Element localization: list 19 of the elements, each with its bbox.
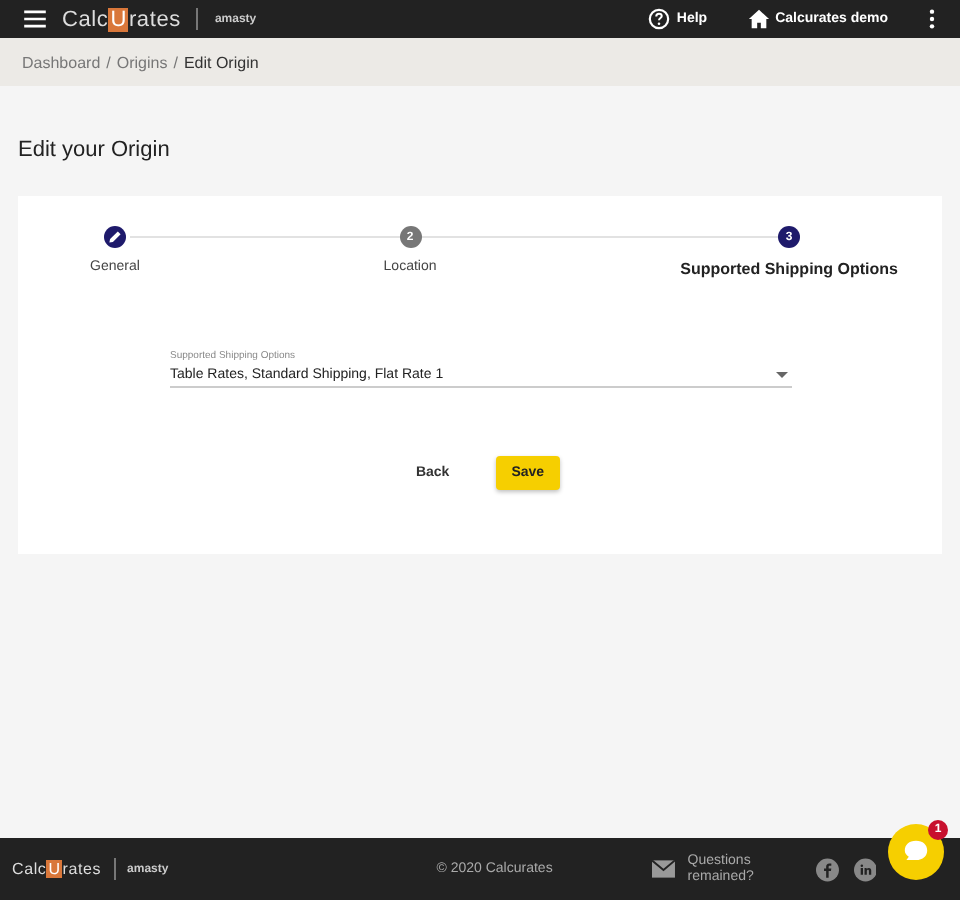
step-circle[interactable] [103,226,126,248]
breadcrumb-separator: / [106,53,111,71]
logo[interactable]: Calc U rates [62,7,181,31]
linkedin-icon[interactable] [853,857,877,881]
more-icon[interactable] [928,8,936,30]
logo[interactable]: Calc U rates [12,860,102,878]
help-icon [648,8,671,30]
home-icon [747,8,770,30]
page-title: Edit your Origin [18,138,172,162]
breadcrumb[interactable]: Origins [116,53,168,71]
pencil-icon [107,230,122,244]
dropdown-icon [776,372,788,378]
breadcrumb-separator: / [173,53,178,71]
mail-icon [652,860,676,878]
menu-icon[interactable] [24,10,46,28]
step-label: Supported Shipping Options [680,260,898,278]
breadcrumb[interactable]: Dashboard [22,53,101,71]
breadcrumb: Edit Origin [183,53,259,71]
facebook-icon[interactable] [816,857,840,881]
